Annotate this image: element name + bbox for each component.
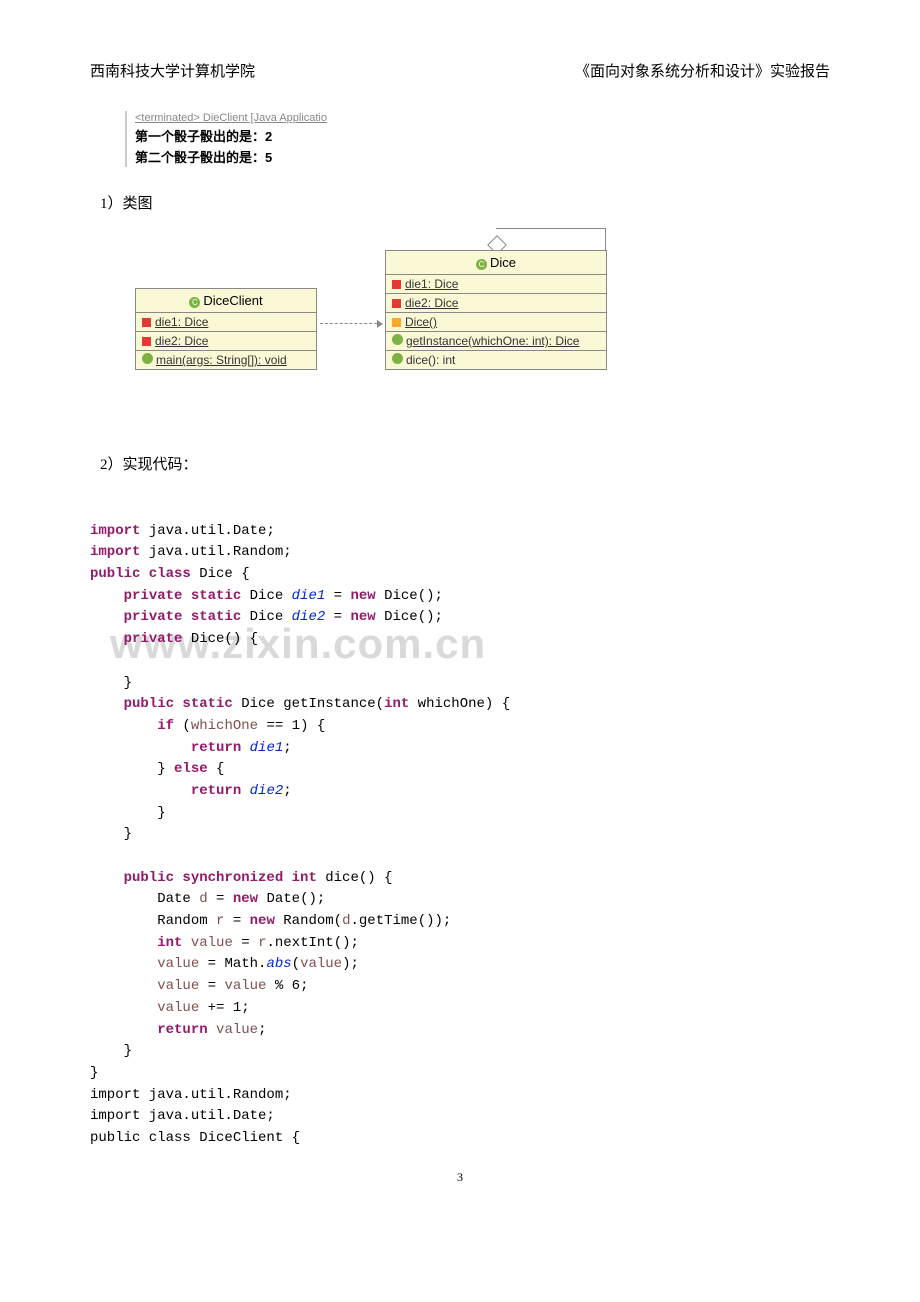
console-line-1: 第一个骰子骰出的是：2 [127,125,335,146]
public-icon [392,353,403,364]
uml-diagram: CDiceClient die1: Dice die2: Dice main(a… [125,238,830,438]
uml-attr: die2: Dice [386,294,606,313]
private-icon [392,299,401,308]
console-line-2: 第二个骰子骰出的是：5 [127,146,335,167]
private-icon [392,280,401,289]
uml-op: dice(): int [386,351,606,369]
public-icon [142,353,153,364]
uml-attr: die1: Dice [136,313,316,332]
constructor-icon [392,318,401,327]
uml-op: Dice() [386,313,606,332]
console-output: <terminated> DieClient [Java Applicatio … [125,111,335,167]
public-icon [392,334,403,345]
uml-op: getInstance(whichOne: int): Dice [386,332,606,351]
class-icon: C [189,297,200,308]
dependency-arrow-icon [320,323,382,325]
page-number: 3 [90,1170,830,1185]
uml-diceclient-box: CDiceClient die1: Dice die2: Dice main(a… [135,288,317,370]
uml-attr: die2: Dice [136,332,316,351]
uml-op: main(args: String[]): void [136,351,316,369]
uml-dice-box: CDice die1: Dice die2: Dice Dice() getIn… [385,250,607,370]
console-terminated: <terminated> DieClient [Java Applicatio [127,111,335,125]
uml-dice-title: CDice [386,251,606,275]
private-icon [142,318,151,327]
private-icon [142,337,151,346]
uml-diceclient-title: CDiceClient [136,289,316,313]
header-right: 《面向对象系统分析和设计》实验报告 [575,60,830,81]
code-block: import java.util.Date; import java.util.… [90,499,830,1150]
header-left: 西南科技大学计算机学院 [90,60,255,81]
section-impl-code: 2）实现代码： [100,453,830,474]
class-icon: C [476,259,487,270]
section-class-diagram: 1）类图 [100,192,830,213]
uml-attr: die1: Dice [386,275,606,294]
